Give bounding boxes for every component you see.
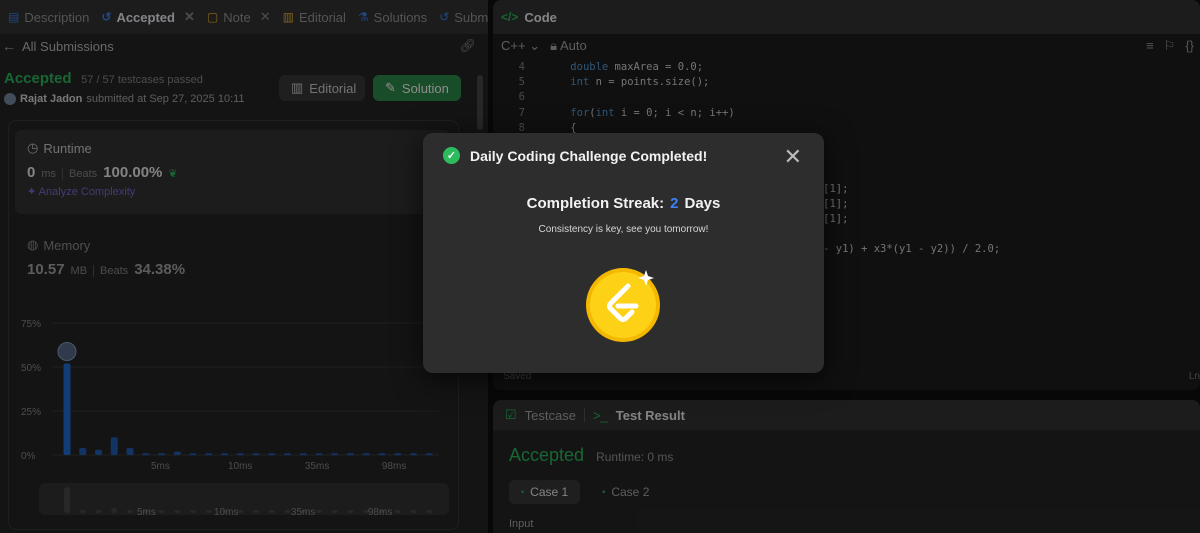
streak-count: 2 [670,195,679,212]
check-circle-icon: ✓ [443,147,460,164]
streak-label: Completion Streak: [526,195,665,212]
modal-message: Consistency is key, see you tomorrow! [538,224,709,235]
modal-header: ✓ Daily Coding Challenge Completed! [443,147,707,164]
streak-line: Completion Streak: 2 Days [423,195,824,212]
modal-title: Daily Coding Challenge Completed! [470,147,708,164]
challenge-completed-modal: ✓ Daily Coding Challenge Completed! ✕ Co… [423,133,824,373]
streak-unit: Days [684,195,721,212]
leetcode-coin-icon [586,268,660,342]
close-icon[interactable]: ✕ [784,144,802,170]
